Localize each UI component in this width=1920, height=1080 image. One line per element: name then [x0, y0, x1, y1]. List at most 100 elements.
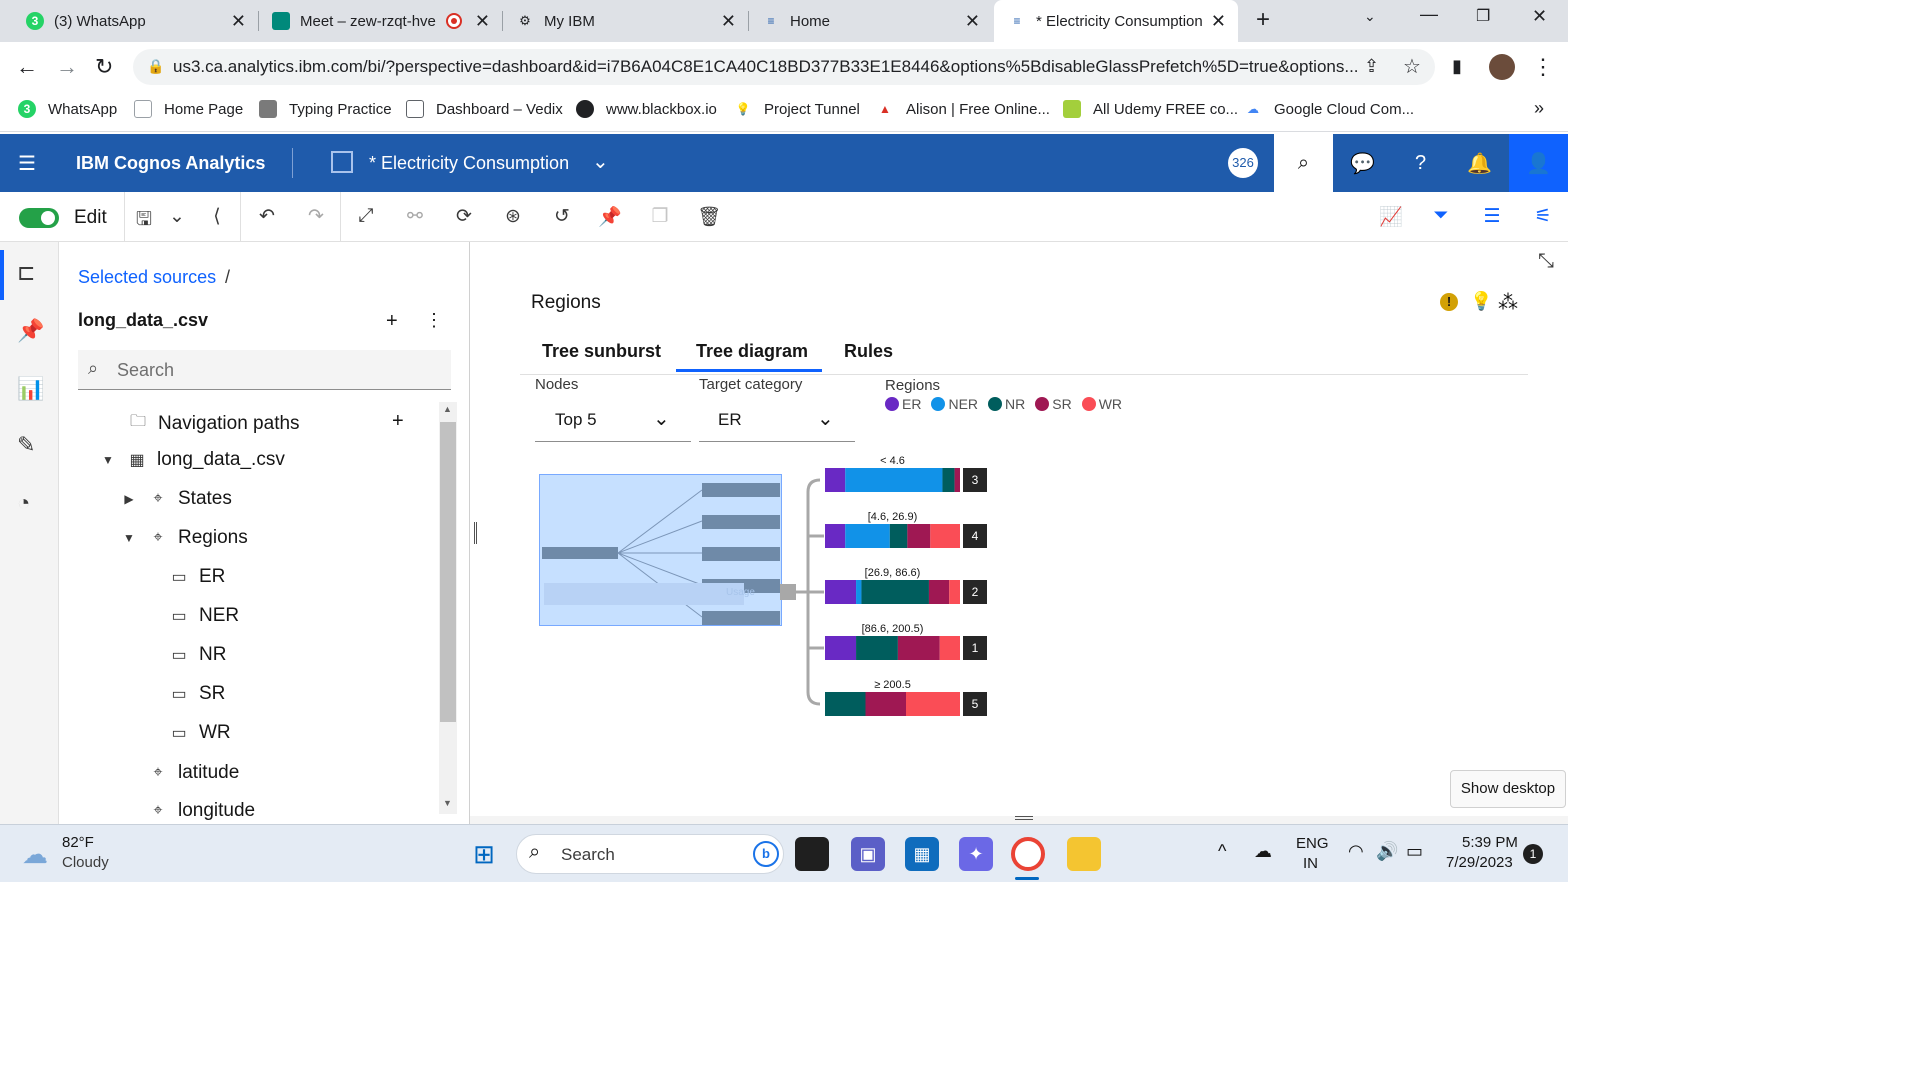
url-field[interactable]: 🔒 us3.ca.analytics.ibm.com/bi/?perspecti…	[133, 49, 1435, 85]
lightbulb-icon[interactable]: 💡	[1470, 291, 1492, 312]
side-panel-icon[interactable]: ▮	[1452, 56, 1462, 77]
more-bookmarks[interactable]: »	[1534, 98, 1544, 119]
tree-item-states[interactable]: ▶ ⌖ States	[122, 488, 232, 510]
filter-icon[interactable]: ⏷	[1429, 205, 1453, 227]
target-category-dropdown[interactable]: ER ⌄	[699, 400, 855, 442]
chevron-up-icon[interactable]: ^	[1218, 841, 1226, 862]
language-code[interactable]: ENG	[1296, 835, 1329, 852]
chart-icon[interactable]: 📈	[1379, 205, 1403, 229]
layers-icon[interactable]: ☰	[1480, 205, 1504, 228]
tree-item-long-data[interactable]: ▼ ▦ long_data_.csv	[101, 449, 285, 471]
restore-icon[interactable]: ❐	[1476, 6, 1490, 26]
help-icon[interactable]: ?	[1391, 134, 1450, 192]
add-icon[interactable]: +	[392, 410, 404, 433]
badge-count[interactable]: 326	[1228, 148, 1258, 178]
battery-icon[interactable]: ▭	[1406, 841, 1423, 862]
tab-my-ibm[interactable]: ⚙ My IBM ✕	[502, 0, 748, 42]
tab-whatsapp[interactable]: 3 (3) WhatsApp ✕	[12, 0, 258, 42]
task-view-icon[interactable]	[795, 837, 829, 871]
window-close-icon[interactable]: ✕	[1532, 6, 1547, 27]
close-icon[interactable]: ✕	[1211, 11, 1226, 32]
onedrive-icon[interactable]: ☁	[1254, 841, 1272, 862]
copilot-icon[interactable]: ✦	[959, 837, 993, 871]
nodes-dropdown[interactable]: Top 5 ⌄	[535, 400, 691, 442]
wifi-icon[interactable]: ◠	[1348, 841, 1364, 862]
widgets-icon[interactable]: ✎	[17, 432, 35, 458]
bookmark-star-icon[interactable]: ☆	[1403, 54, 1421, 79]
bookmark-alison[interactable]: ▲ Alison | Free Online...	[876, 100, 1050, 118]
caret-right-icon[interactable]: ▶	[122, 492, 136, 506]
bookmark-blackbox[interactable]: www.blackbox.io	[576, 100, 717, 118]
tab-home[interactable]: ≡ Home ✕	[748, 0, 992, 42]
share-icon[interactable]: ⟨	[205, 205, 229, 228]
overflow-menu-icon[interactable]: ⋮	[425, 310, 443, 331]
profile-avatar[interactable]	[1489, 54, 1515, 80]
scrollbar[interactable]: ▲ ▼	[439, 402, 457, 814]
reload-icon[interactable]: ↻	[95, 54, 113, 80]
undo-icon[interactable]: ↶	[255, 205, 279, 228]
chrome-icon[interactable]	[1011, 837, 1045, 871]
tab-tree-sunburst[interactable]: Tree sunburst	[542, 341, 661, 362]
chevron-down-icon[interactable]: ⌄	[165, 205, 189, 228]
tree-item-er[interactable]: ▭ ER	[169, 566, 225, 588]
taskbar-search[interactable]: ⌕ Search b	[516, 834, 784, 874]
clock-time[interactable]: 5:39 PM	[1462, 834, 1518, 851]
tree-item-latitude[interactable]: ⌖ latitude	[148, 762, 239, 784]
legend-item-sr[interactable]: SR	[1035, 396, 1072, 412]
tab-search-icon[interactable]: ⌄	[1364, 8, 1376, 25]
visualizations-icon[interactable]: 📊	[17, 376, 44, 402]
collapse-icon[interactable]: ⤡	[1538, 250, 1554, 273]
filter-circle-icon[interactable]: ⊛	[501, 205, 525, 228]
search-icon[interactable]: ⌕	[1274, 134, 1333, 192]
share-icon[interactable]: ⇪	[1364, 56, 1379, 77]
assistant-icon[interactable]: ◔	[17, 490, 30, 516]
properties-icon[interactable]: ⚟	[1531, 205, 1555, 228]
tree-item-wr[interactable]: ▭ WR	[169, 722, 230, 744]
bell-icon[interactable]: 🔔	[1450, 134, 1509, 192]
teams-icon[interactable]: ▣	[851, 837, 885, 871]
edit-toggle[interactable]	[19, 208, 59, 228]
bookmark-home-page[interactable]: Home Page	[134, 100, 243, 118]
file-explorer-icon[interactable]	[1067, 837, 1101, 871]
windows-start-icon[interactable]: ⊞	[467, 837, 501, 871]
tab-electricity-consumption[interactable]: ≡ * Electricity Consumption ✕	[994, 0, 1238, 42]
minimize-icon[interactable]: —	[1420, 4, 1438, 25]
close-icon[interactable]: ✕	[475, 11, 490, 32]
legend-item-nr[interactable]: NR	[988, 396, 1025, 412]
back-icon[interactable]: ←	[16, 54, 38, 80]
bookmark-typing-practice[interactable]: Typing Practice	[259, 100, 392, 118]
scroll-up-icon[interactable]: ▲	[443, 404, 452, 414]
store-icon[interactable]: ▦	[905, 837, 939, 871]
resize-handle[interactable]	[1015, 816, 1033, 820]
tree-overview-viewport[interactable]: Usage	[539, 474, 782, 626]
tab-meet[interactable]: Meet – zew-rzqt-hve ✕	[258, 0, 502, 42]
swap-icon[interactable]: ⟳	[452, 205, 476, 228]
legend-item-er[interactable]: ER	[885, 396, 921, 412]
tree-item-regions[interactable]: ▼ ⌖ Regions	[122, 527, 248, 549]
close-icon[interactable]: ✕	[721, 11, 736, 32]
close-icon[interactable]: ✕	[965, 11, 980, 32]
legend-item-ner[interactable]: NER	[931, 396, 978, 412]
trash-icon[interactable]: 🗑	[697, 205, 721, 229]
bookmark-project-tunnel[interactable]: 💡 Project Tunnel	[734, 100, 860, 118]
chat-icon[interactable]: 💬	[1333, 134, 1392, 192]
tree-item-navigation-paths[interactable]: 🗀 Navigation paths	[128, 410, 300, 437]
add-icon[interactable]: +	[386, 310, 398, 333]
connect-icon[interactable]: ⚯	[403, 205, 427, 228]
pin-icon[interactable]: 📌	[17, 318, 44, 344]
dashboard-title[interactable]: * Electricity Consumption	[369, 153, 569, 174]
bing-icon[interactable]: b	[753, 841, 779, 867]
data-tree-icon[interactable]: ⊏	[17, 260, 35, 286]
panel-resize-handle[interactable]	[474, 522, 477, 544]
replay-icon[interactable]: ↺	[550, 205, 574, 228]
scroll-down-icon[interactable]: ▼	[443, 798, 452, 808]
tree-item-longitude[interactable]: ⌖ longitude	[148, 800, 255, 824]
save-icon[interactable]: 🖫	[132, 205, 156, 237]
legend-item-wr[interactable]: WR	[1081, 396, 1122, 412]
tree-item-nr[interactable]: ▭ NR	[169, 644, 226, 666]
weather-temp[interactable]: 82°F	[62, 834, 94, 851]
tree-item-sr[interactable]: ▭ SR	[169, 683, 225, 705]
copy-icon[interactable]: ❐	[648, 205, 672, 228]
menu-kebab-icon[interactable]: ⋮	[1532, 54, 1554, 80]
tab-tree-diagram[interactable]: Tree diagram	[696, 341, 808, 362]
